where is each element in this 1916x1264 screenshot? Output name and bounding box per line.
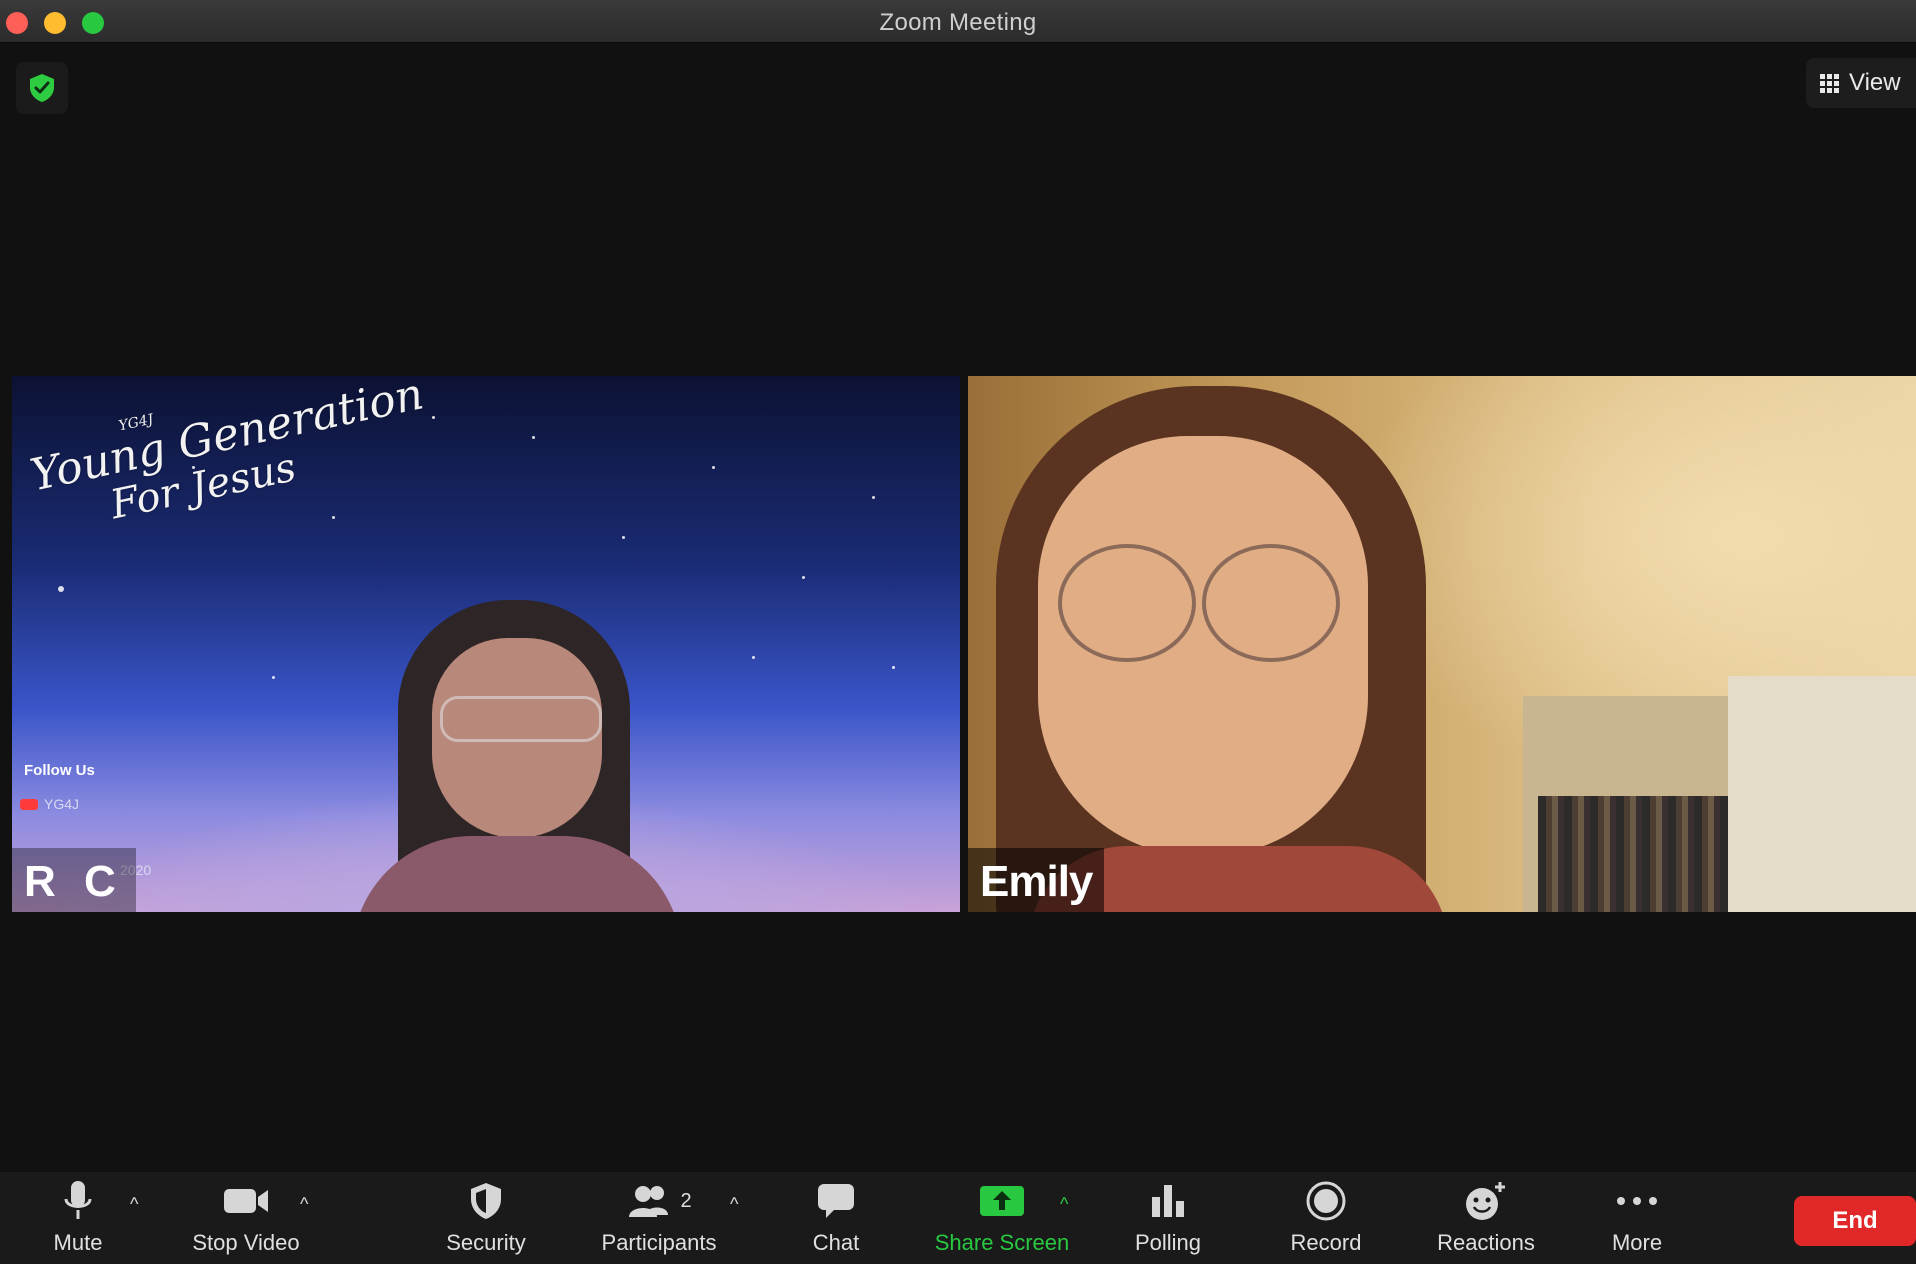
video-camera-icon	[224, 1189, 268, 1213]
chat-button[interactable]: Chat	[806, 1178, 866, 1262]
background-handle-text: YG4J	[19, 796, 80, 812]
reactions-button[interactable]: Reactions	[1430, 1178, 1542, 1262]
record-button[interactable]: Record	[1284, 1178, 1368, 1262]
participants-options-chevron-up-icon[interactable]: ^	[730, 1194, 738, 1215]
record-icon	[1306, 1181, 1346, 1221]
video-tile-emily[interactable]: Emily	[968, 376, 1916, 912]
meeting-toolbar: Mute ^ Stop Video ^ Security 2 Participa…	[0, 1172, 1916, 1264]
participant-name-tag: Emily	[968, 848, 1105, 912]
stop-video-button[interactable]: Stop Video	[186, 1178, 306, 1262]
participants-count: 2	[680, 1189, 692, 1212]
security-button[interactable]: Security	[436, 1178, 536, 1262]
background-follow-text: Follow Us	[24, 762, 95, 779]
background-shelf	[1728, 676, 1916, 912]
shield-icon	[471, 1183, 501, 1219]
smiley-plus-icon	[1466, 1182, 1505, 1220]
view-label: View	[1849, 69, 1901, 96]
more-button[interactable]: More	[1602, 1178, 1672, 1262]
more-dots-icon	[1617, 1197, 1657, 1205]
background-script-title: YG4J Young Generation For Jesus	[26, 376, 428, 529]
video-tile-rc[interactable]: YG4J Young Generation For Jesus Follow U…	[12, 376, 960, 912]
shield-check-icon	[30, 74, 54, 102]
chat-bubble-icon	[818, 1184, 854, 1218]
video-options-chevron-up-icon[interactable]: ^	[300, 1194, 308, 1215]
view-layout-button[interactable]: View	[1806, 58, 1916, 108]
people-icon	[629, 1186, 669, 1217]
participants-button[interactable]: 2 Participants	[594, 1178, 724, 1262]
end-meeting-button[interactable]: End	[1794, 1196, 1916, 1246]
share-screen-button[interactable]: Share Screen	[924, 1178, 1080, 1262]
share-screen-icon	[980, 1186, 1024, 1216]
share-options-chevron-up-icon[interactable]: ^	[1060, 1194, 1068, 1215]
encryption-badge[interactable]	[16, 62, 68, 114]
audio-options-chevron-up-icon[interactable]: ^	[130, 1194, 138, 1215]
mute-button[interactable]: Mute	[48, 1178, 108, 1262]
window-title: Zoom Meeting	[879, 9, 1037, 36]
polling-button[interactable]: Polling	[1128, 1178, 1208, 1262]
glasses	[1058, 544, 1196, 662]
grid-icon	[1820, 73, 1839, 93]
bar-chart-icon	[1152, 1185, 1184, 1217]
microphone-icon	[64, 1181, 92, 1219]
glasses	[440, 696, 602, 742]
window-title-bar: Zoom Meeting	[0, 0, 1916, 43]
participant-name-tag: R C	[12, 848, 136, 912]
